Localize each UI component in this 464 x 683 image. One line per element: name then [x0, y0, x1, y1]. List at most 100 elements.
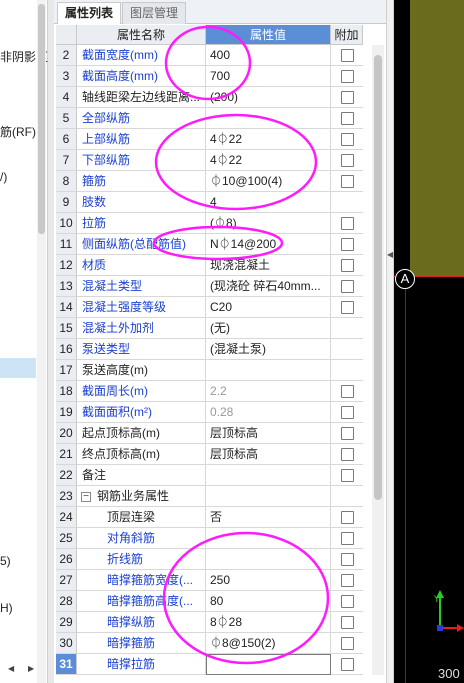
- property-value[interactable]: 700: [206, 66, 331, 87]
- property-value[interactable]: 400: [206, 45, 331, 66]
- property-value[interactable]: (现浇砼 碎石40mm...: [206, 276, 331, 297]
- property-value[interactable]: (200): [206, 87, 331, 108]
- property-row[interactable]: 15 混凝土外加剂 (无): [56, 318, 363, 339]
- scroll-left-arrow-icon[interactable]: ◀: [8, 664, 14, 673]
- property-value[interactable]: 否: [206, 507, 331, 528]
- property-row[interactable]: 21 终点顶标高(m) 层顶标高: [56, 444, 363, 465]
- property-row[interactable]: 7 下部纵筋 4⏀22: [56, 150, 363, 171]
- tab-property-list[interactable]: 属性列表: [57, 2, 122, 24]
- attach-checkbox[interactable]: [341, 574, 354, 587]
- property-row[interactable]: 6 上部纵筋 4⏀22: [56, 129, 363, 150]
- panel-splitter[interactable]: [386, 0, 394, 683]
- property-row[interactable]: 28 暗撑箍筋高度(... 80: [56, 591, 363, 612]
- collapse-arrow-icon[interactable]: ◀: [387, 250, 393, 259]
- property-value[interactable]: [206, 465, 331, 486]
- grid-vertical-scrollbar[interactable]: [372, 45, 384, 675]
- attach-checkbox[interactable]: [341, 532, 354, 545]
- attach-checkbox[interactable]: [341, 616, 354, 629]
- attach-checkbox[interactable]: [341, 238, 354, 251]
- left-scrollbar-thumb[interactable]: [38, 4, 45, 234]
- property-row[interactable]: 22 备注: [56, 465, 363, 486]
- property-value[interactable]: 现浇混凝土: [206, 255, 331, 276]
- property-value[interactable]: 4⏀22: [206, 129, 331, 150]
- attach-checkbox[interactable]: [341, 175, 354, 188]
- property-row[interactable]: 26 折线筋: [56, 549, 363, 570]
- property-row[interactable]: 31 暗撑拉筋: [56, 654, 363, 675]
- attach-checkbox[interactable]: [341, 70, 354, 83]
- property-row[interactable]: 5 全部纵筋: [56, 108, 363, 129]
- property-value[interactable]: 250: [206, 570, 331, 591]
- property-row[interactable]: 16 泵送类型 (混凝土泵): [56, 339, 363, 360]
- attach-checkbox[interactable]: [341, 133, 354, 146]
- property-name-text: 暗撑拉筋: [107, 657, 156, 671]
- property-row[interactable]: 4 轴线距梁左边线距离... (200): [56, 87, 363, 108]
- property-value[interactable]: 2.2: [206, 381, 331, 402]
- attach-checkbox[interactable]: [341, 637, 354, 650]
- property-name: 暗撑箍筋宽度(...: [77, 570, 206, 591]
- property-row[interactable]: 3 截面高度(mm) 700: [56, 66, 363, 87]
- property-value[interactable]: 层顶标高: [206, 444, 331, 465]
- property-row[interactable]: 19 截面面积(m²) 0.28: [56, 402, 363, 423]
- property-row[interactable]: 20 起点顶标高(m) 层顶标高: [56, 423, 363, 444]
- attach-checkbox[interactable]: [341, 427, 354, 440]
- property-row[interactable]: 8 箍筋 ⏀10@100(4): [56, 171, 363, 192]
- attach-checkbox[interactable]: [341, 469, 354, 482]
- property-value[interactable]: C20: [206, 297, 331, 318]
- property-value[interactable]: 层顶标高: [206, 423, 331, 444]
- attach-checkbox[interactable]: [341, 406, 354, 419]
- property-row[interactable]: 11 侧面纵筋(总配筋值) N⏀14@200: [56, 234, 363, 255]
- property-value[interactable]: 80: [206, 591, 331, 612]
- property-row[interactable]: 2 截面宽度(mm) 400: [56, 45, 363, 66]
- property-row[interactable]: 25 对角斜筋: [56, 528, 363, 549]
- property-value[interactable]: 0.28: [206, 402, 331, 423]
- property-value[interactable]: ⏀8@150(2): [206, 633, 331, 654]
- property-row[interactable]: 9 肢数 4: [56, 192, 363, 213]
- property-row[interactable]: 29 暗撑纵筋 8⏀28: [56, 612, 363, 633]
- attach-checkbox[interactable]: [341, 301, 354, 314]
- property-value[interactable]: 4: [206, 192, 331, 213]
- property-row[interactable]: 18 截面周长(m) 2.2: [56, 381, 363, 402]
- property-row[interactable]: 12 材质 现浇混凝土: [56, 255, 363, 276]
- attach-checkbox[interactable]: [341, 658, 354, 671]
- left-selected-item[interactable]: [0, 358, 36, 378]
- property-value[interactable]: 8⏀28: [206, 612, 331, 633]
- attach-checkbox[interactable]: [341, 448, 354, 461]
- attach-checkbox[interactable]: [341, 49, 354, 62]
- attach-checkbox[interactable]: [341, 553, 354, 566]
- property-value[interactable]: (混凝土泵): [206, 339, 331, 360]
- attach-checkbox[interactable]: [341, 217, 354, 230]
- attach-checkbox[interactable]: [341, 511, 354, 524]
- property-value[interactable]: N⏀14@200: [206, 234, 331, 255]
- property-row[interactable]: 14 混凝土强度等级 C20: [56, 297, 363, 318]
- attach-checkbox[interactable]: [341, 595, 354, 608]
- property-value[interactable]: [206, 549, 331, 570]
- attach-checkbox[interactable]: [341, 112, 354, 125]
- property-row[interactable]: 23− 钢筋业务属性: [56, 486, 363, 507]
- property-row[interactable]: 24 顶层连梁 否: [56, 507, 363, 528]
- property-row[interactable]: 10 拉筋 (⏀8): [56, 213, 363, 234]
- property-value[interactable]: 4⏀22: [206, 150, 331, 171]
- property-value[interactable]: [206, 360, 331, 381]
- property-value[interactable]: (无): [206, 318, 331, 339]
- attach-checkbox[interactable]: [341, 91, 354, 104]
- property-row[interactable]: 30 暗撑箍筋 ⏀8@150(2): [56, 633, 363, 654]
- collapse-toggle-icon[interactable]: −: [81, 491, 91, 502]
- property-value[interactable]: [206, 528, 331, 549]
- header-property-name: 属性名称: [77, 25, 206, 45]
- property-value[interactable]: [206, 654, 331, 675]
- property-row[interactable]: 13 混凝土类型 (现浇砼 碎石40mm...: [56, 276, 363, 297]
- property-value[interactable]: ⏀10@100(4): [206, 171, 331, 192]
- grid-scrollbar-thumb[interactable]: [374, 55, 382, 500]
- attach-checkbox[interactable]: [341, 154, 354, 167]
- property-name: 截面周长(m): [77, 381, 206, 402]
- property-row[interactable]: 17 泵送高度(m): [56, 360, 363, 381]
- property-value[interactable]: (⏀8): [206, 213, 331, 234]
- tab-layer-management[interactable]: 图层管理: [122, 2, 187, 24]
- attach-checkbox[interactable]: [341, 259, 354, 272]
- attach-checkbox[interactable]: [341, 385, 354, 398]
- property-row[interactable]: 27 暗撑箍筋宽度(... 250: [56, 570, 363, 591]
- scroll-right-arrow-icon[interactable]: ▶: [28, 664, 34, 673]
- property-value[interactable]: [206, 108, 331, 129]
- property-value[interactable]: [206, 486, 331, 507]
- attach-checkbox[interactable]: [341, 280, 354, 293]
